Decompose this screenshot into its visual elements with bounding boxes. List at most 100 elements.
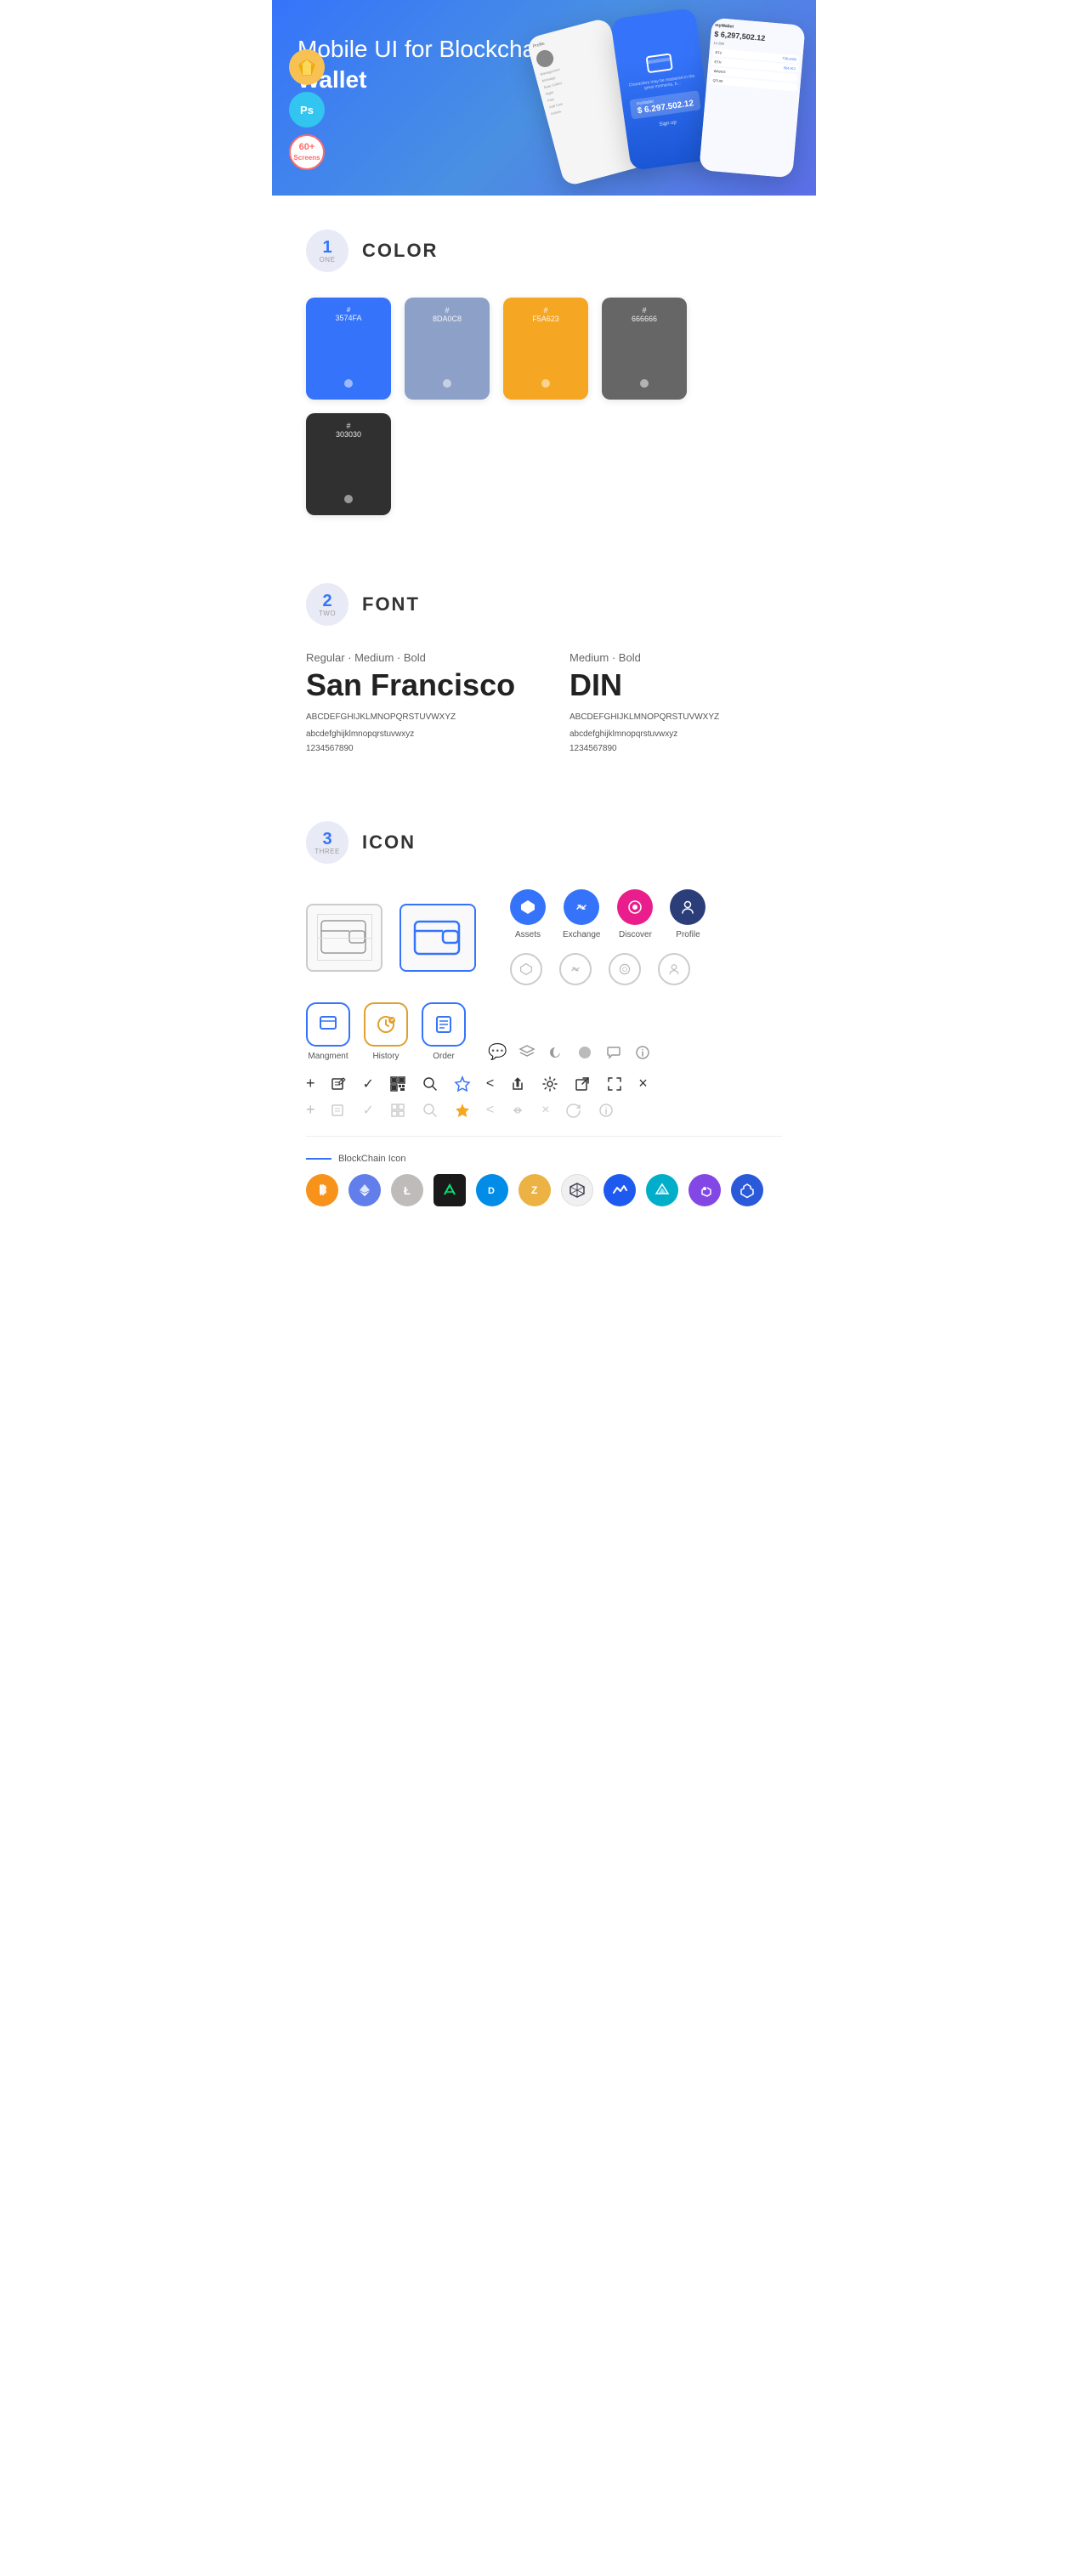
section-number-two: 2 TWO bbox=[306, 583, 348, 626]
management-icon bbox=[306, 1002, 350, 1047]
colored-icons-group: Assets Exchange bbox=[510, 889, 706, 985]
chevron-left-icon: < bbox=[486, 1076, 494, 1092]
profile-label: Profile bbox=[676, 930, 700, 939]
colored-icons-bottom bbox=[510, 953, 706, 985]
section-num-2: 2 bbox=[322, 593, 332, 610]
dash-icon: D bbox=[476, 1174, 508, 1206]
font-section-header: 2 TWO FONT bbox=[306, 549, 782, 626]
exchange-label: Exchange bbox=[563, 930, 600, 939]
color-swatch-slate: # 8DA0C8 bbox=[405, 298, 490, 400]
arrows-faded-icon bbox=[509, 1102, 526, 1119]
icon-section-title: ICON bbox=[362, 831, 416, 854]
font-section-title: FONT bbox=[362, 593, 420, 616]
svg-text:Z: Z bbox=[531, 1184, 537, 1196]
font1-lowercase: abcdefghijklmnopqrstuvwxyz bbox=[306, 727, 518, 742]
list-edit-faded-icon bbox=[331, 1102, 348, 1119]
management-label: Mangment bbox=[308, 1052, 348, 1061]
redo-faded-icon bbox=[565, 1102, 582, 1119]
color-swatch-dark: # 303030 bbox=[306, 413, 391, 515]
tool-badges: Ps 60+Screens bbox=[289, 49, 325, 170]
order-icon bbox=[422, 1002, 466, 1047]
icon-small-row-1: + ✓ bbox=[306, 1075, 782, 1092]
font2-name: DIN bbox=[570, 667, 782, 703]
hero-section: Mobile UI for Blockchain Wallet UI Kit P… bbox=[272, 0, 816, 196]
exchange-outline-icon bbox=[559, 953, 592, 985]
icon-assets: Assets bbox=[510, 889, 546, 939]
history-label: History bbox=[372, 1052, 399, 1061]
check-icon: ✓ bbox=[363, 1075, 374, 1092]
bitcoin-icon bbox=[306, 1174, 338, 1206]
check-faded-icon: ✓ bbox=[363, 1102, 374, 1119]
section-word-2: TWO bbox=[319, 610, 336, 617]
font2-meta: Medium · Bold bbox=[570, 651, 782, 664]
aion-icon bbox=[646, 1174, 678, 1206]
matic-icon bbox=[688, 1174, 721, 1206]
section-number-one: 1 ONE bbox=[306, 230, 348, 272]
font2-uppercase: ABCDEFGHIJKLMNOPQRSTUVWXYZ bbox=[570, 710, 782, 725]
search-icon[interactable] bbox=[422, 1075, 439, 1092]
color-swatch-gray: # 666666 bbox=[602, 298, 687, 400]
search-faded-icon bbox=[422, 1102, 439, 1119]
ps-badge: Ps bbox=[289, 92, 325, 128]
profile-outline-icon bbox=[658, 953, 690, 985]
x-faded-icon: × bbox=[541, 1103, 549, 1118]
grid-faded-icon bbox=[389, 1102, 406, 1119]
icon-section: Assets Exchange bbox=[306, 889, 782, 1240]
plus-faded-icon: + bbox=[306, 1101, 315, 1119]
zcash-icon: Z bbox=[518, 1174, 551, 1206]
qr-icon bbox=[389, 1075, 406, 1092]
section-num-1: 1 bbox=[322, 239, 332, 256]
font1-meta: Regular · Medium · Bold bbox=[306, 651, 518, 664]
sketch-badge bbox=[289, 49, 325, 85]
icon-profile: Profile bbox=[670, 889, 706, 939]
ethereum-icon bbox=[348, 1174, 381, 1206]
app-icons-row: Mangment History bbox=[306, 1002, 782, 1061]
assets-icon bbox=[510, 889, 546, 925]
icon-history: History bbox=[364, 1002, 408, 1061]
main-content: 1 ONE COLOR # 3574FA # 8DA0C8 # F5A623 #… bbox=[272, 196, 816, 1240]
font2-lowercase: abcdefghijklmnopqrstuvwxyz bbox=[570, 727, 782, 742]
wallet-wireframe-1 bbox=[306, 904, 382, 972]
font-col-sf: Regular · Medium · Bold San Francisco AB… bbox=[306, 651, 518, 753]
section-num-3: 3 bbox=[322, 831, 332, 848]
blockchain-label: BlockChain Icon bbox=[338, 1154, 406, 1164]
font1-numbers: 1234567890 bbox=[306, 744, 518, 753]
color-swatch-orange: # F5A623 bbox=[503, 298, 588, 400]
list-edit-icon bbox=[331, 1075, 348, 1092]
icon-exchange: Exchange bbox=[563, 889, 600, 939]
blockchain-line bbox=[306, 1158, 332, 1160]
waves-icon bbox=[604, 1174, 636, 1206]
phone-right: myWallet $ 6,297,502.12 12-298 BTC738-20… bbox=[699, 18, 805, 179]
section-word-3: THREE bbox=[314, 848, 340, 855]
chevron-left-faded-icon: < bbox=[486, 1103, 494, 1118]
discover-icon bbox=[617, 889, 653, 925]
icon-section-header: 3 THREE ICON bbox=[306, 787, 782, 864]
settings-icon[interactable] bbox=[541, 1075, 558, 1092]
hero-title-normal: Mobile UI for Blockchain bbox=[298, 36, 554, 62]
icon-divider bbox=[306, 1136, 782, 1137]
icon-discover: Discover bbox=[617, 889, 653, 939]
discover-outline-icon bbox=[609, 953, 641, 985]
font-row: Regular · Medium · Bold San Francisco AB… bbox=[306, 651, 782, 753]
exchange-icon bbox=[564, 889, 599, 925]
color-swatch-blue: # 3574FA bbox=[306, 298, 391, 400]
chat-icon: 💬 bbox=[488, 1043, 507, 1061]
speech-bubble-icon bbox=[605, 1044, 622, 1061]
star-filled-icon bbox=[454, 1102, 471, 1119]
section-number-three: 3 THREE bbox=[306, 821, 348, 864]
icon-main-row: Assets Exchange bbox=[306, 889, 782, 985]
phone-mockups: Profile Management Message Rate Collect … bbox=[518, 9, 816, 196]
font1-name: San Francisco bbox=[306, 667, 518, 703]
icon-order: Order bbox=[422, 1002, 466, 1061]
wallet-wireframe-2 bbox=[400, 904, 476, 972]
profile-icon bbox=[670, 889, 706, 925]
svg-text:Ł: Ł bbox=[404, 1184, 411, 1197]
section-word-1: ONE bbox=[320, 256, 336, 264]
chainlink-icon bbox=[731, 1174, 763, 1206]
blockchain-divider: BlockChain Icon bbox=[306, 1154, 782, 1164]
litecoin-icon: Ł bbox=[391, 1174, 423, 1206]
color-section-header: 1 ONE COLOR bbox=[306, 196, 782, 272]
color-section-title: COLOR bbox=[362, 240, 438, 262]
resize-icon bbox=[606, 1075, 623, 1092]
font2-numbers: 1234567890 bbox=[570, 744, 782, 753]
